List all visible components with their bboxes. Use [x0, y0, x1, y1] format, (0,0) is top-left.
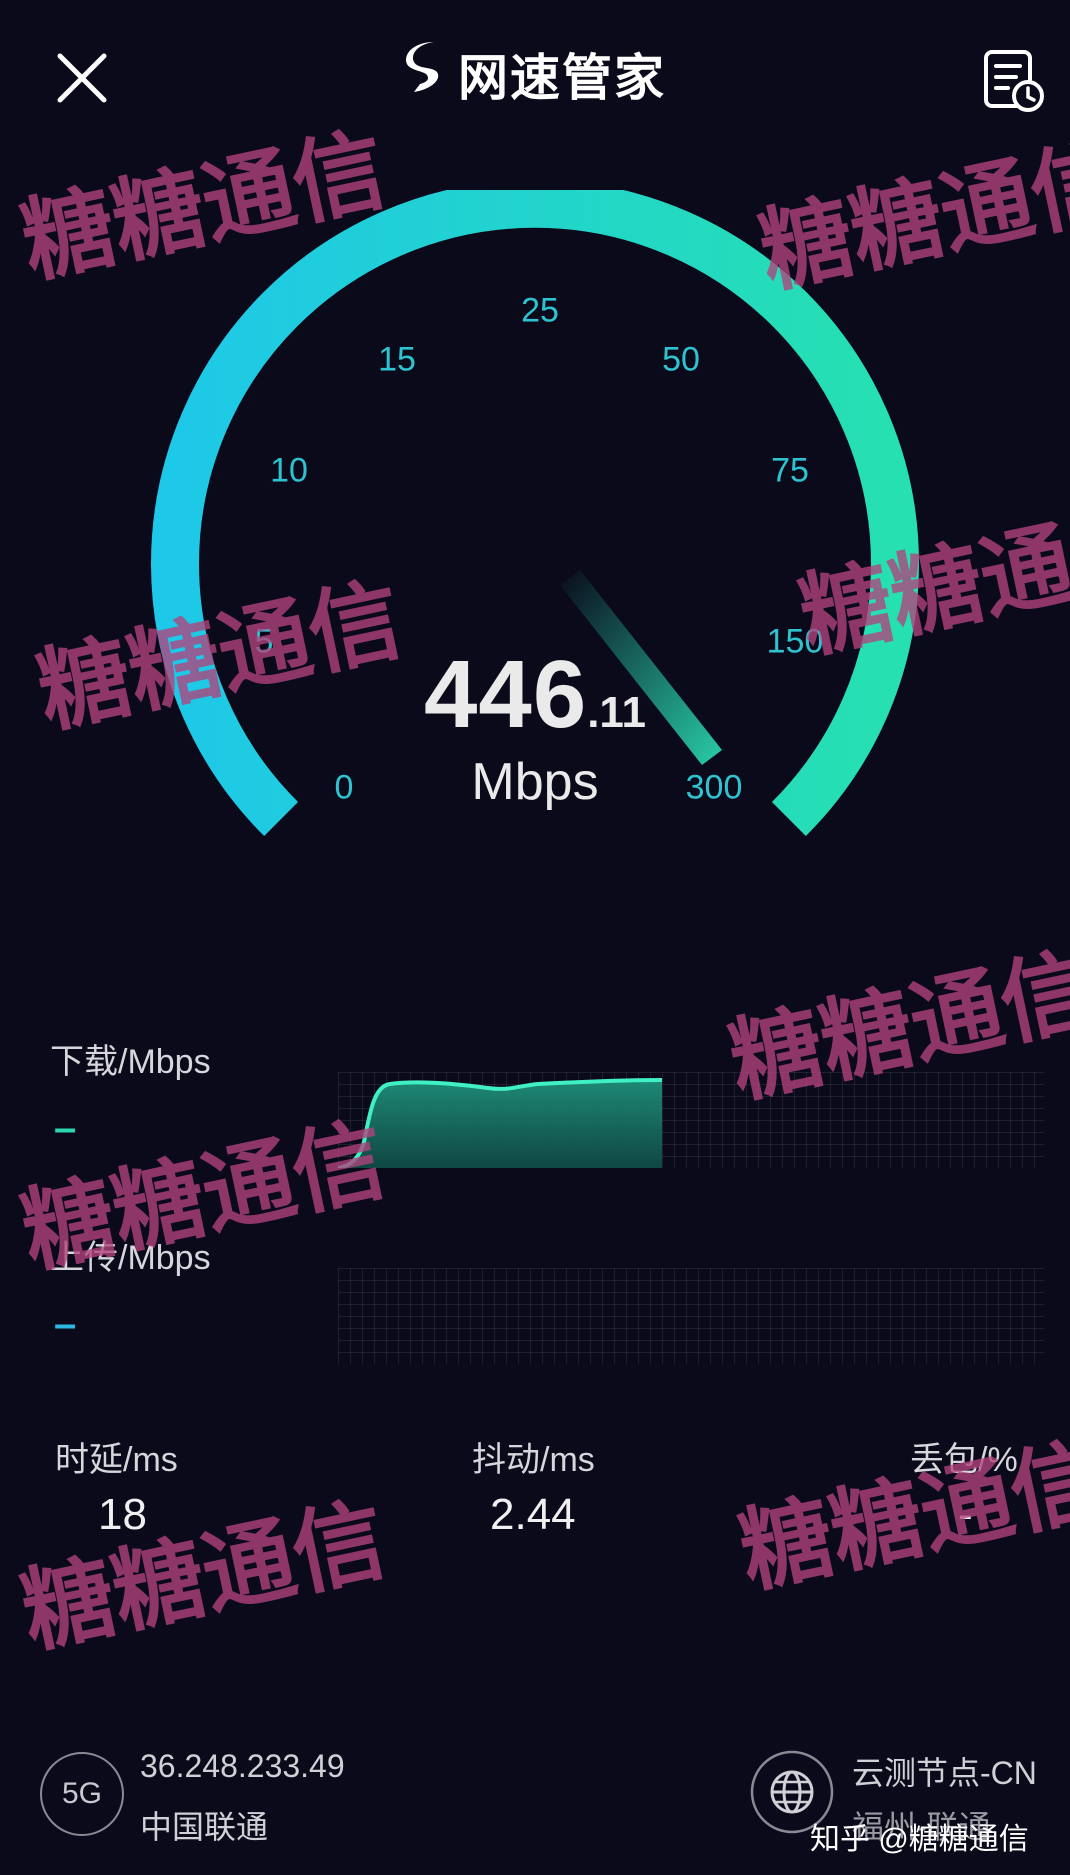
- download-value: –: [54, 1106, 77, 1150]
- loss-label: 丢包/%: [910, 1441, 1018, 1479]
- tick-label-75: 75: [771, 451, 809, 490]
- upload-label: 上传/Mbps: [50, 1239, 211, 1277]
- history-report-icon: [984, 50, 1044, 112]
- tick-label-15: 15: [378, 340, 416, 379]
- watermark-text: 糖糖通信: [13, 1488, 395, 1665]
- carrier-name: 中国联通: [140, 1809, 269, 1845]
- tick-label-10: 10: [270, 451, 308, 490]
- tick-label-25: 25: [521, 291, 559, 330]
- speed-decimal: .11: [587, 688, 646, 737]
- upload-value: –: [54, 1302, 77, 1346]
- speed-integer: 446: [424, 641, 588, 748]
- ip-address: 36.248.233.49: [140, 1748, 345, 1784]
- network-type-badge: 5G: [40, 1752, 124, 1836]
- history-button[interactable]: [982, 48, 1046, 114]
- app-title: 网速管家: [0, 38, 1070, 110]
- speed-value: 446.11: [0, 640, 1070, 750]
- download-graph: [338, 1072, 1044, 1168]
- speed-unit: Mbps: [471, 753, 599, 811]
- tick-label-50: 50: [662, 340, 700, 379]
- download-area: [338, 1080, 662, 1168]
- watermark-text: 糖糖通信: [731, 1428, 1070, 1605]
- jitter-value: 2.44: [490, 1490, 576, 1539]
- app-logo-icon: [404, 40, 452, 108]
- jitter-label: 抖动/ms: [472, 1441, 595, 1479]
- app-name: 网速管家: [458, 50, 666, 106]
- zhihu-credit: 知乎 @糖糖通信: [810, 1823, 1029, 1856]
- latency-label: 时延/ms: [55, 1441, 178, 1479]
- upload-graph: [338, 1268, 1044, 1364]
- download-label: 下载/Mbps: [50, 1043, 211, 1081]
- server-node: 云测节点-CN: [852, 1755, 1037, 1791]
- latency-value: 18: [98, 1490, 147, 1539]
- loss-value: -: [958, 1490, 973, 1539]
